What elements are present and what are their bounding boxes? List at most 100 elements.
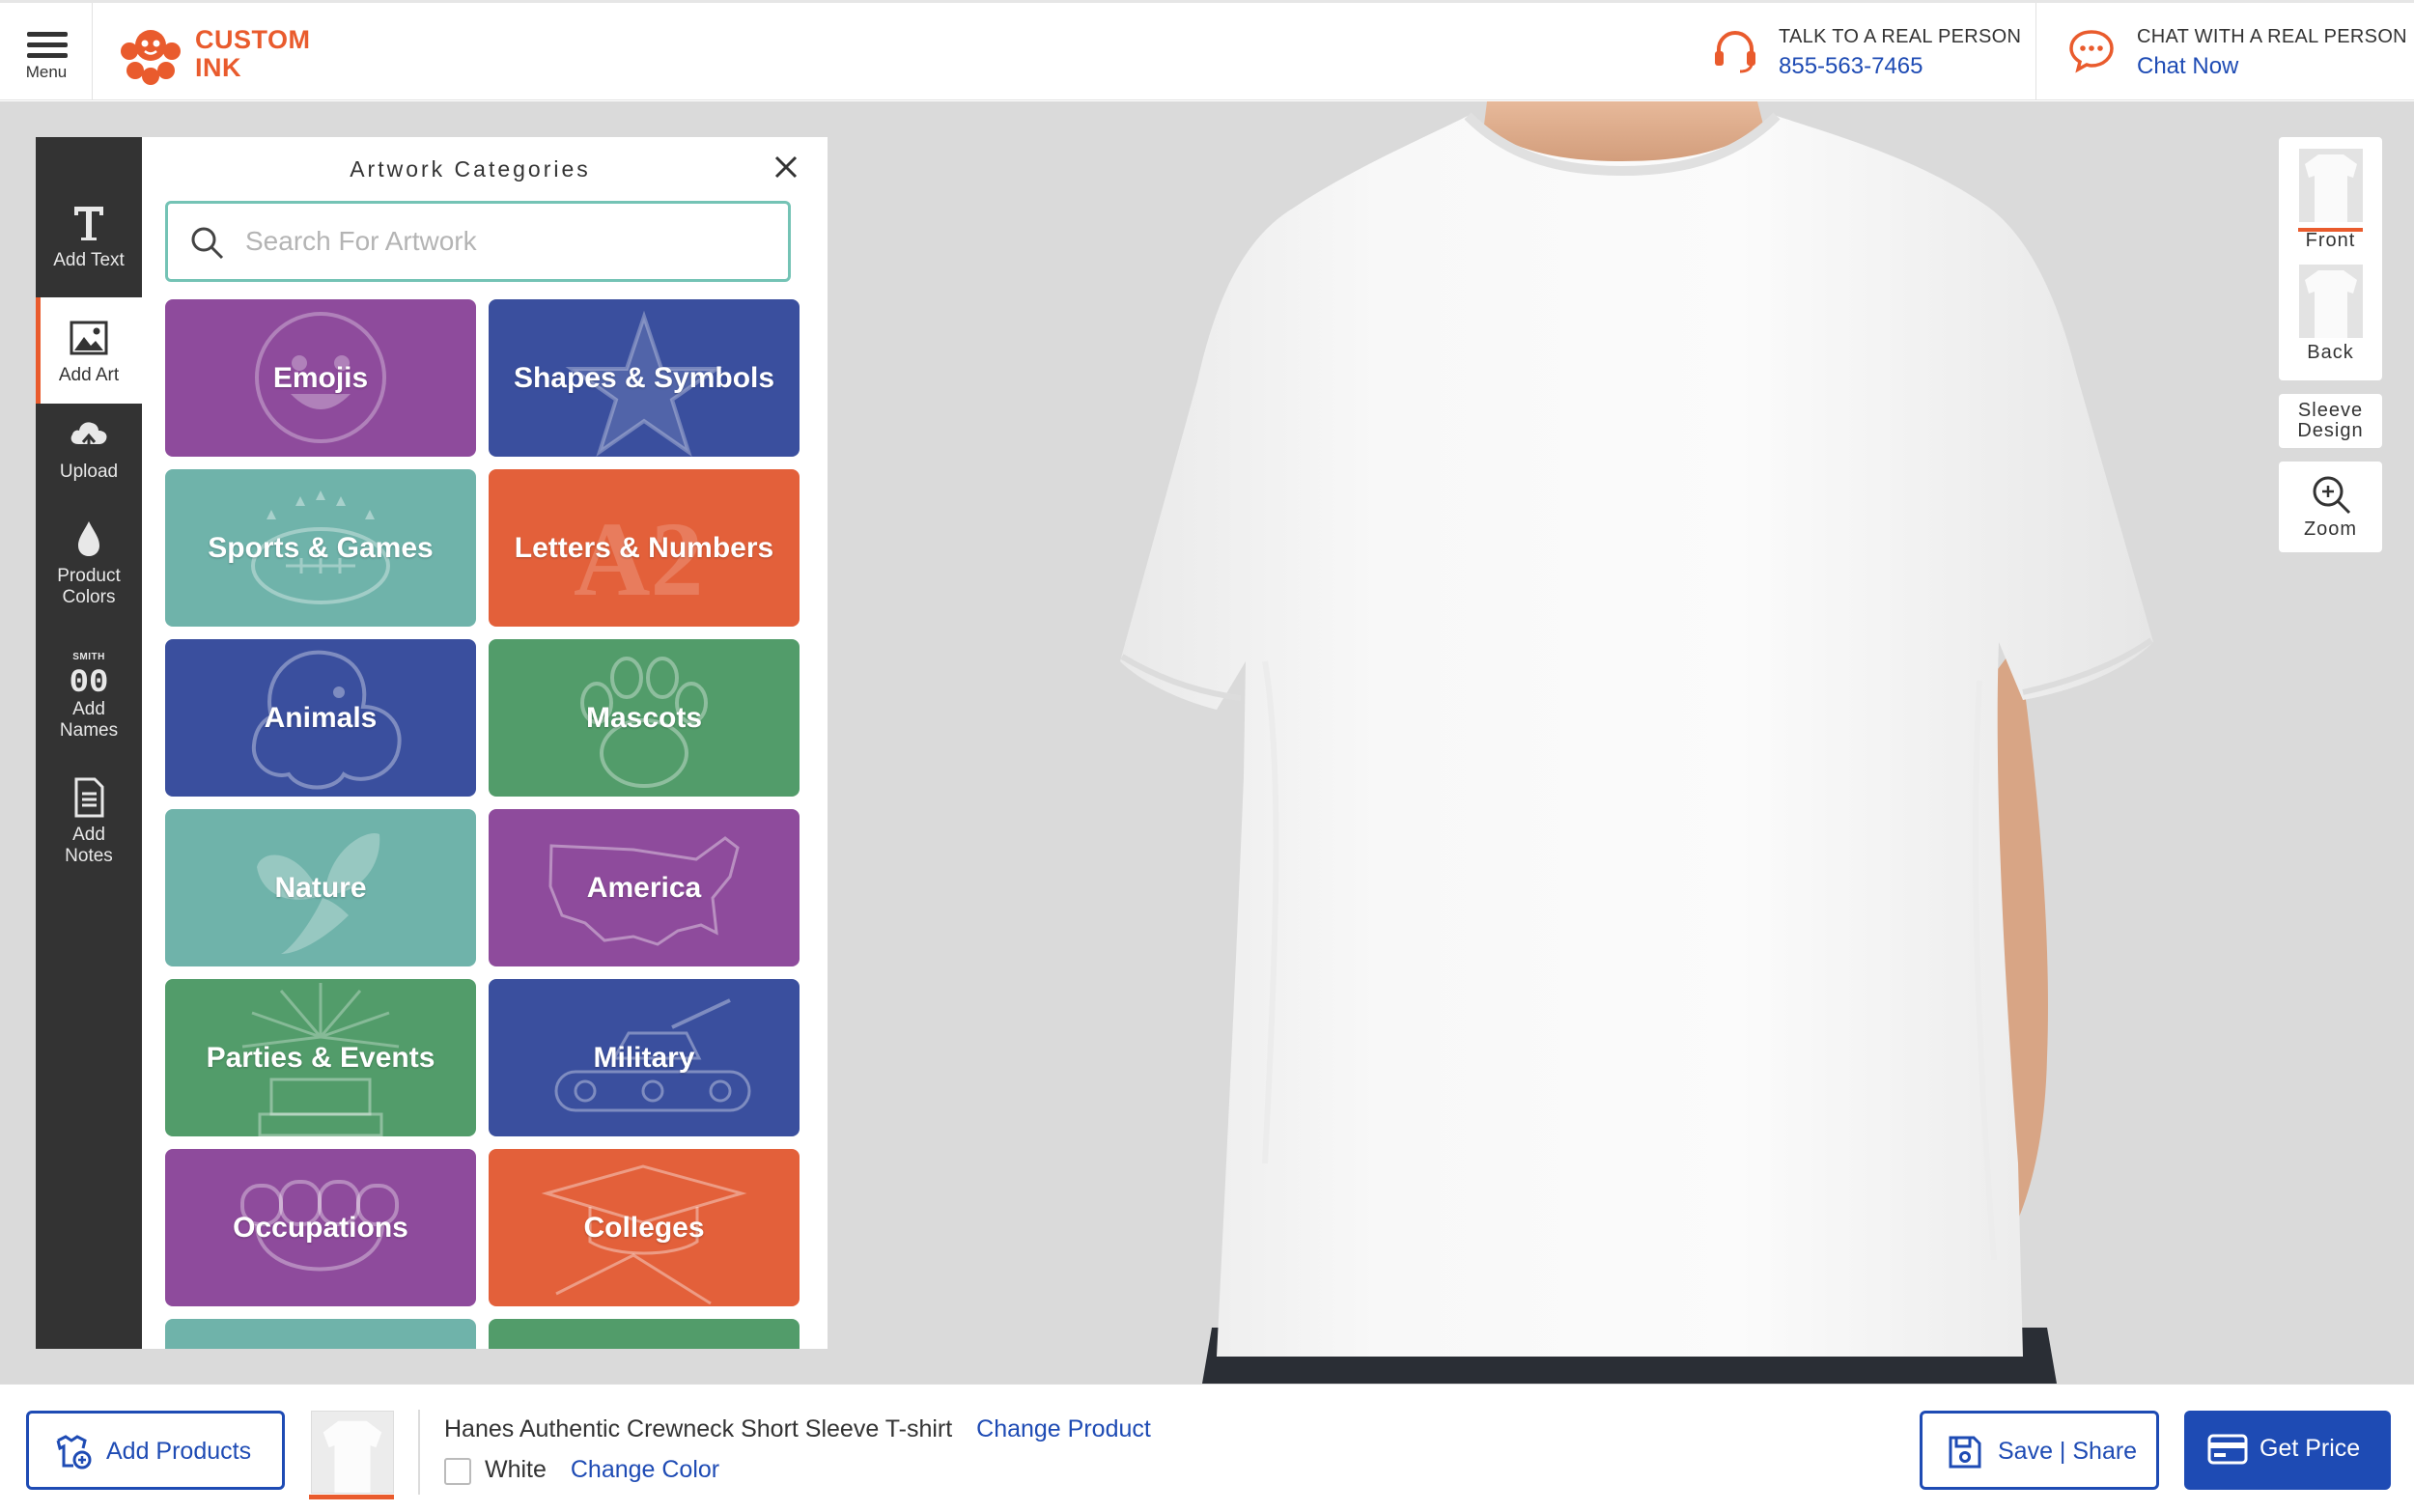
product-thumbnail[interactable] — [311, 1411, 394, 1494]
category-label: Colleges — [583, 1211, 705, 1244]
category-label: Emojis — [272, 361, 369, 394]
chat-caption: CHAT WITH A REAL PERSON — [2137, 26, 2407, 47]
category-label: Military — [593, 1041, 695, 1074]
category-label: Occupations — [233, 1211, 408, 1244]
category-label: Parties & Events — [206, 1041, 435, 1074]
zoom-button[interactable]: Zoom — [2279, 462, 2382, 552]
view-label: Back — [2307, 342, 2354, 363]
chat-contact[interactable]: CHAT WITH A REAL PERSON Chat Now — [2035, 3, 2414, 100]
change-color-link[interactable]: Change Color — [571, 1456, 719, 1483]
color-swatch-checkbox[interactable] — [444, 1458, 471, 1485]
menu-label: Menu — [25, 63, 68, 81]
category-label — [489, 1319, 800, 1349]
category-military[interactable]: Military — [489, 979, 800, 1136]
artwork-panel: Artwork Categories Emojis — [142, 137, 828, 1349]
chat-bubble-icon — [2069, 30, 2114, 73]
category-mascots[interactable]: Mascots — [489, 639, 800, 797]
tool-label: Add Names — [59, 699, 119, 741]
change-product-link[interactable]: Change Product — [976, 1415, 1151, 1442]
design-canvas: Add Text Add Art Upload Product Colors S… — [0, 101, 2414, 1384]
view-back-button[interactable]: Back — [2279, 265, 2382, 364]
headset-icon — [1715, 31, 1755, 73]
category-tile-partial-right[interactable] — [489, 1319, 800, 1349]
image-icon — [70, 321, 108, 355]
product-thumb-indicator — [309, 1495, 394, 1499]
active-view-indicator — [2298, 228, 2363, 232]
tool-rail: Add Text Add Art Upload Product Colors S… — [36, 137, 142, 1349]
close-icon[interactable] — [770, 151, 802, 183]
tool-label: Product Colors — [57, 566, 121, 607]
save-share-label: Save | Share — [1998, 1438, 2138, 1465]
category-emojis[interactable]: Emojis — [165, 299, 476, 457]
logo-line-2: INK — [195, 53, 241, 82]
category-animals[interactable]: Animals — [165, 639, 476, 797]
back-thumbnail — [2298, 265, 2363, 338]
phone-contact[interactable]: TALK TO A REAL PERSON 855-563-7465 — [1709, 3, 2028, 100]
search-input[interactable] — [245, 219, 767, 264]
sleeve-label-line-1: Sleeve — [2297, 400, 2364, 421]
artwork-search — [165, 201, 791, 282]
category-letters-numbers[interactable]: A2 Letters & Numbers — [489, 469, 800, 627]
tool-upload[interactable]: Upload — [36, 413, 142, 500]
sleeve-design-button[interactable]: Sleeve Design — [2279, 394, 2382, 448]
tool-label: Add Notes — [65, 825, 113, 866]
custom-ink-logo[interactable]: CUSTOM INK — [116, 16, 311, 89]
sleeve-label-line-2: Design — [2297, 420, 2364, 441]
panel-title: Artwork Categories — [350, 156, 591, 182]
get-price-button[interactable]: Get Price — [2184, 1411, 2391, 1490]
logo-octopus-icon — [121, 30, 181, 85]
category-shapes-symbols[interactable]: Shapes & Symbols — [489, 299, 800, 457]
notes-icon — [74, 777, 104, 818]
category-label: Animals — [264, 701, 378, 734]
tool-label: Add Art — [58, 365, 120, 385]
category-label: Mascots — [585, 701, 703, 734]
names-numbers-icon: SMITH 00 — [68, 647, 110, 700]
tool-add-art[interactable]: Add Art — [36, 297, 142, 404]
zoom-in-icon — [2313, 476, 2350, 515]
tshirt-preview[interactable] — [1101, 101, 2163, 1384]
category-occupations[interactable]: Occupations — [165, 1149, 476, 1306]
color-name: White — [485, 1456, 547, 1483]
text-icon — [74, 207, 103, 240]
save-share-button[interactable]: Save | Share — [1920, 1411, 2159, 1490]
zoom-label: Zoom — [2303, 518, 2358, 540]
add-products-button[interactable]: Add Products — [26, 1411, 285, 1490]
add-product-icon — [56, 1435, 92, 1470]
add-products-label: Add Products — [106, 1438, 252, 1465]
product-info: Hanes Authentic Crewneck Short Sleeve T-… — [444, 1415, 1151, 1443]
menu-button[interactable]: Menu — [0, 3, 93, 100]
tool-add-text[interactable]: Add Text — [36, 202, 142, 289]
category-nature[interactable]: Nature — [165, 809, 476, 966]
category-america[interactable]: America — [489, 809, 800, 966]
tool-label: Upload — [59, 462, 119, 482]
category-tile-partial-left[interactable] — [165, 1319, 476, 1349]
save-icon — [1949, 1436, 1981, 1469]
front-thumbnail — [2298, 149, 2363, 222]
phone-caption: TALK TO A REAL PERSON — [1779, 26, 2022, 47]
top-header: Menu CUSTOM INK TALK TO A REAL PERSON 85… — [0, 0, 2414, 100]
tool-label: Add Text — [53, 250, 125, 270]
phone-number-link[interactable]: 855-563-7465 — [1779, 53, 1923, 80]
droplet-icon — [78, 521, 99, 556]
logo-wordmark: CUSTOM INK — [195, 26, 311, 82]
category-sports-games[interactable]: Sports & Games — [165, 469, 476, 627]
category-colleges[interactable]: Colleges — [489, 1149, 800, 1306]
logo-line-1: CUSTOM — [195, 25, 311, 54]
tool-add-names[interactable]: SMITH 00 Add Names — [36, 647, 142, 753]
cloud-upload-icon — [70, 422, 107, 454]
category-label: Letters & Numbers — [514, 531, 774, 564]
category-label: Nature — [274, 871, 367, 904]
bottom-toolbar: Add Products Hanes Authentic Crewneck Sh… — [0, 1384, 2414, 1512]
category-label: Shapes & Symbols — [513, 361, 775, 394]
search-icon — [191, 227, 224, 260]
category-label: Sports & Games — [208, 531, 434, 564]
category-parties-events[interactable]: Parties & Events — [165, 979, 476, 1136]
tool-add-notes[interactable]: Add Notes — [36, 776, 142, 882]
hamburger-icon — [27, 32, 68, 64]
product-name: Hanes Authentic Crewneck Short Sleeve T-… — [444, 1415, 953, 1442]
chat-now-link[interactable]: Chat Now — [2137, 53, 2238, 80]
view-front-button[interactable]: Front — [2279, 149, 2382, 252]
names-icon-digits: 00 — [69, 665, 109, 702]
tool-product-colors[interactable]: Product Colors — [36, 518, 142, 624]
category-label: America — [586, 871, 702, 904]
